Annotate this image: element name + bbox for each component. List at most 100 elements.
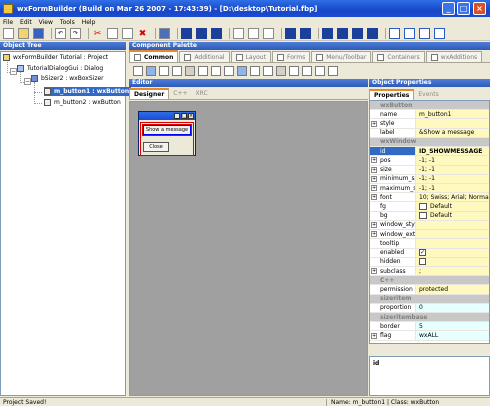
border-left-icon[interactable] [322,28,333,39]
property-row-name[interactable]: name m_button1 [370,110,489,120]
tab-forms[interactable]: Forms [271,51,311,62]
property-value[interactable]: 0 [416,303,489,313]
expand-icon[interactable]: + [371,166,377,173]
tab-layout[interactable]: Layout [230,51,271,62]
tab-events[interactable]: Events [414,89,442,100]
show-message-button[interactable]: Show a message [142,124,192,136]
property-value[interactable]: -1; -1 [416,174,489,183]
open-icon[interactable] [18,28,29,39]
spin-ctrl-component-icon[interactable] [328,66,338,76]
property-category[interactable]: wxWindow [370,137,489,148]
redo-icon[interactable]: ↷ [70,28,81,39]
tab-containers[interactable]: Containers [372,51,425,62]
property-row-hidden[interactable]: hidden [370,257,489,267]
property-row-window-style[interactable]: +window_style [370,220,489,231]
tab-wxadditions[interactable]: wxAdditions [425,51,483,62]
property-value[interactable]: -1; -1 [416,165,489,174]
designed-dialog[interactable]: _ □ × Show a message Close [138,111,196,156]
property-value[interactable] [416,220,489,230]
gauge-component-icon[interactable] [302,66,312,76]
tab-additional[interactable]: Additional [179,51,230,62]
align-left-icon[interactable] [181,28,192,39]
tree-collapse-toggle[interactable]: − [24,78,31,85]
tab-designer[interactable]: Designer [129,88,170,99]
list-ctrl-component-icon[interactable] [224,66,234,76]
property-row-proportion[interactable]: proportion 0 [370,303,489,314]
bitmap-component-icon[interactable] [237,66,247,76]
border-outline-icon[interactable] [434,28,445,39]
property-value[interactable]: 5 [416,322,489,331]
expand-icon[interactable]: + [371,185,377,192]
property-value[interactable]: &Show a message [416,128,489,137]
tree-item-project[interactable]: wxFormBuilder Tutorial : Project [3,53,108,62]
property-row-flag[interactable]: + flag wxALL [370,331,489,341]
check-box-component-icon[interactable] [250,66,260,76]
property-row-minimum-size[interactable]: +minimum_size-1; -1 [370,174,489,184]
property-value[interactable] [416,230,489,239]
align-right-icon[interactable] [211,28,222,39]
combo-box-component-icon[interactable] [185,66,195,76]
list-box-component-icon[interactable] [211,66,221,76]
sizer-outline[interactable]: Show a message Close [140,122,194,156]
border-bottom-icon[interactable] [367,28,378,39]
tab-properties[interactable]: Properties [369,89,415,100]
tree-item-dialog[interactable]: TutorialDialogGui : Dialog [17,64,103,73]
menu-file[interactable]: File [3,19,13,26]
align-middle-icon[interactable] [248,28,259,39]
expand-icon[interactable]: + [371,231,377,238]
maximize-button[interactable]: □ [457,2,470,15]
property-value[interactable] [416,119,489,128]
radio-button-component-icon[interactable] [263,66,273,76]
choice-component-icon[interactable] [198,66,208,76]
tab-xrc[interactable]: XRC [192,88,212,99]
menu-tools[interactable]: Tools [60,19,75,26]
expand-icon[interactable]: + [371,120,377,127]
property-value[interactable]: ID_SHOWMESSAGE [416,147,489,156]
checkbox[interactable]: ✓ [419,249,426,257]
border-right-icon[interactable] [337,28,348,39]
expand-icon[interactable]: + [371,332,377,339]
property-value[interactable]: ; [416,266,489,276]
property-value[interactable] [416,257,489,266]
align-top-icon[interactable] [233,28,244,39]
align-bottom-icon[interactable] [263,28,274,39]
property-value[interactable]: -1; -1 [416,156,489,165]
menu-view[interactable]: View [39,19,53,26]
tab-cpp[interactable]: C++ [169,88,191,99]
save-icon[interactable] [33,28,44,39]
property-row-pos[interactable]: + pos -1; -1 [370,156,489,166]
paste-icon[interactable] [122,28,133,39]
color-swatch[interactable] [419,212,427,220]
tab-menu-toolbar[interactable]: Menu/Toolbar [311,51,372,62]
static-line-component-icon[interactable] [276,66,286,76]
property-row-maximum-size[interactable]: +maximum_size-1; -1 [370,183,489,194]
property-category[interactable]: sizeritem [370,294,489,304]
tree-collapse-toggle[interactable]: − [10,68,17,75]
new-icon[interactable] [3,28,14,39]
close-button[interactable]: × [473,2,486,15]
cut-icon[interactable]: ✂ [92,28,103,39]
property-value[interactable]: Default [416,202,489,211]
border-box-icon[interactable] [419,28,430,39]
property-value[interactable]: -1; -1 [416,183,489,193]
property-row-border[interactable]: border 5 [370,322,489,332]
object-tree[interactable]: − − wxFormBuilder Tutorial : Project Tut… [0,51,132,396]
tab-common[interactable]: Common [129,50,179,62]
border-none-icon[interactable] [404,28,415,39]
menu-edit[interactable]: Edit [20,19,32,26]
property-value[interactable]: ✓ [416,248,489,257]
property-row-bg[interactable]: bg Default [370,211,489,221]
expand-icon[interactable]: + [371,157,377,164]
property-category[interactable]: sizeritembase [370,313,489,323]
button-component-icon[interactable] [133,66,143,76]
property-row-window-extra-st[interactable]: +window_extra_st [370,230,489,240]
color-swatch[interactable] [419,203,427,211]
close-dialog-button[interactable]: Close [143,142,169,152]
minimize-button[interactable]: _ [442,2,455,15]
expand-icon[interactable] [285,28,296,39]
static-text-component-icon[interactable] [172,66,182,76]
checkbox[interactable] [419,258,426,266]
property-category[interactable]: C++ [370,276,489,286]
expand-icon[interactable]: + [371,175,377,182]
tree-item-button2[interactable]: m_button2 : wxButton [44,98,121,107]
